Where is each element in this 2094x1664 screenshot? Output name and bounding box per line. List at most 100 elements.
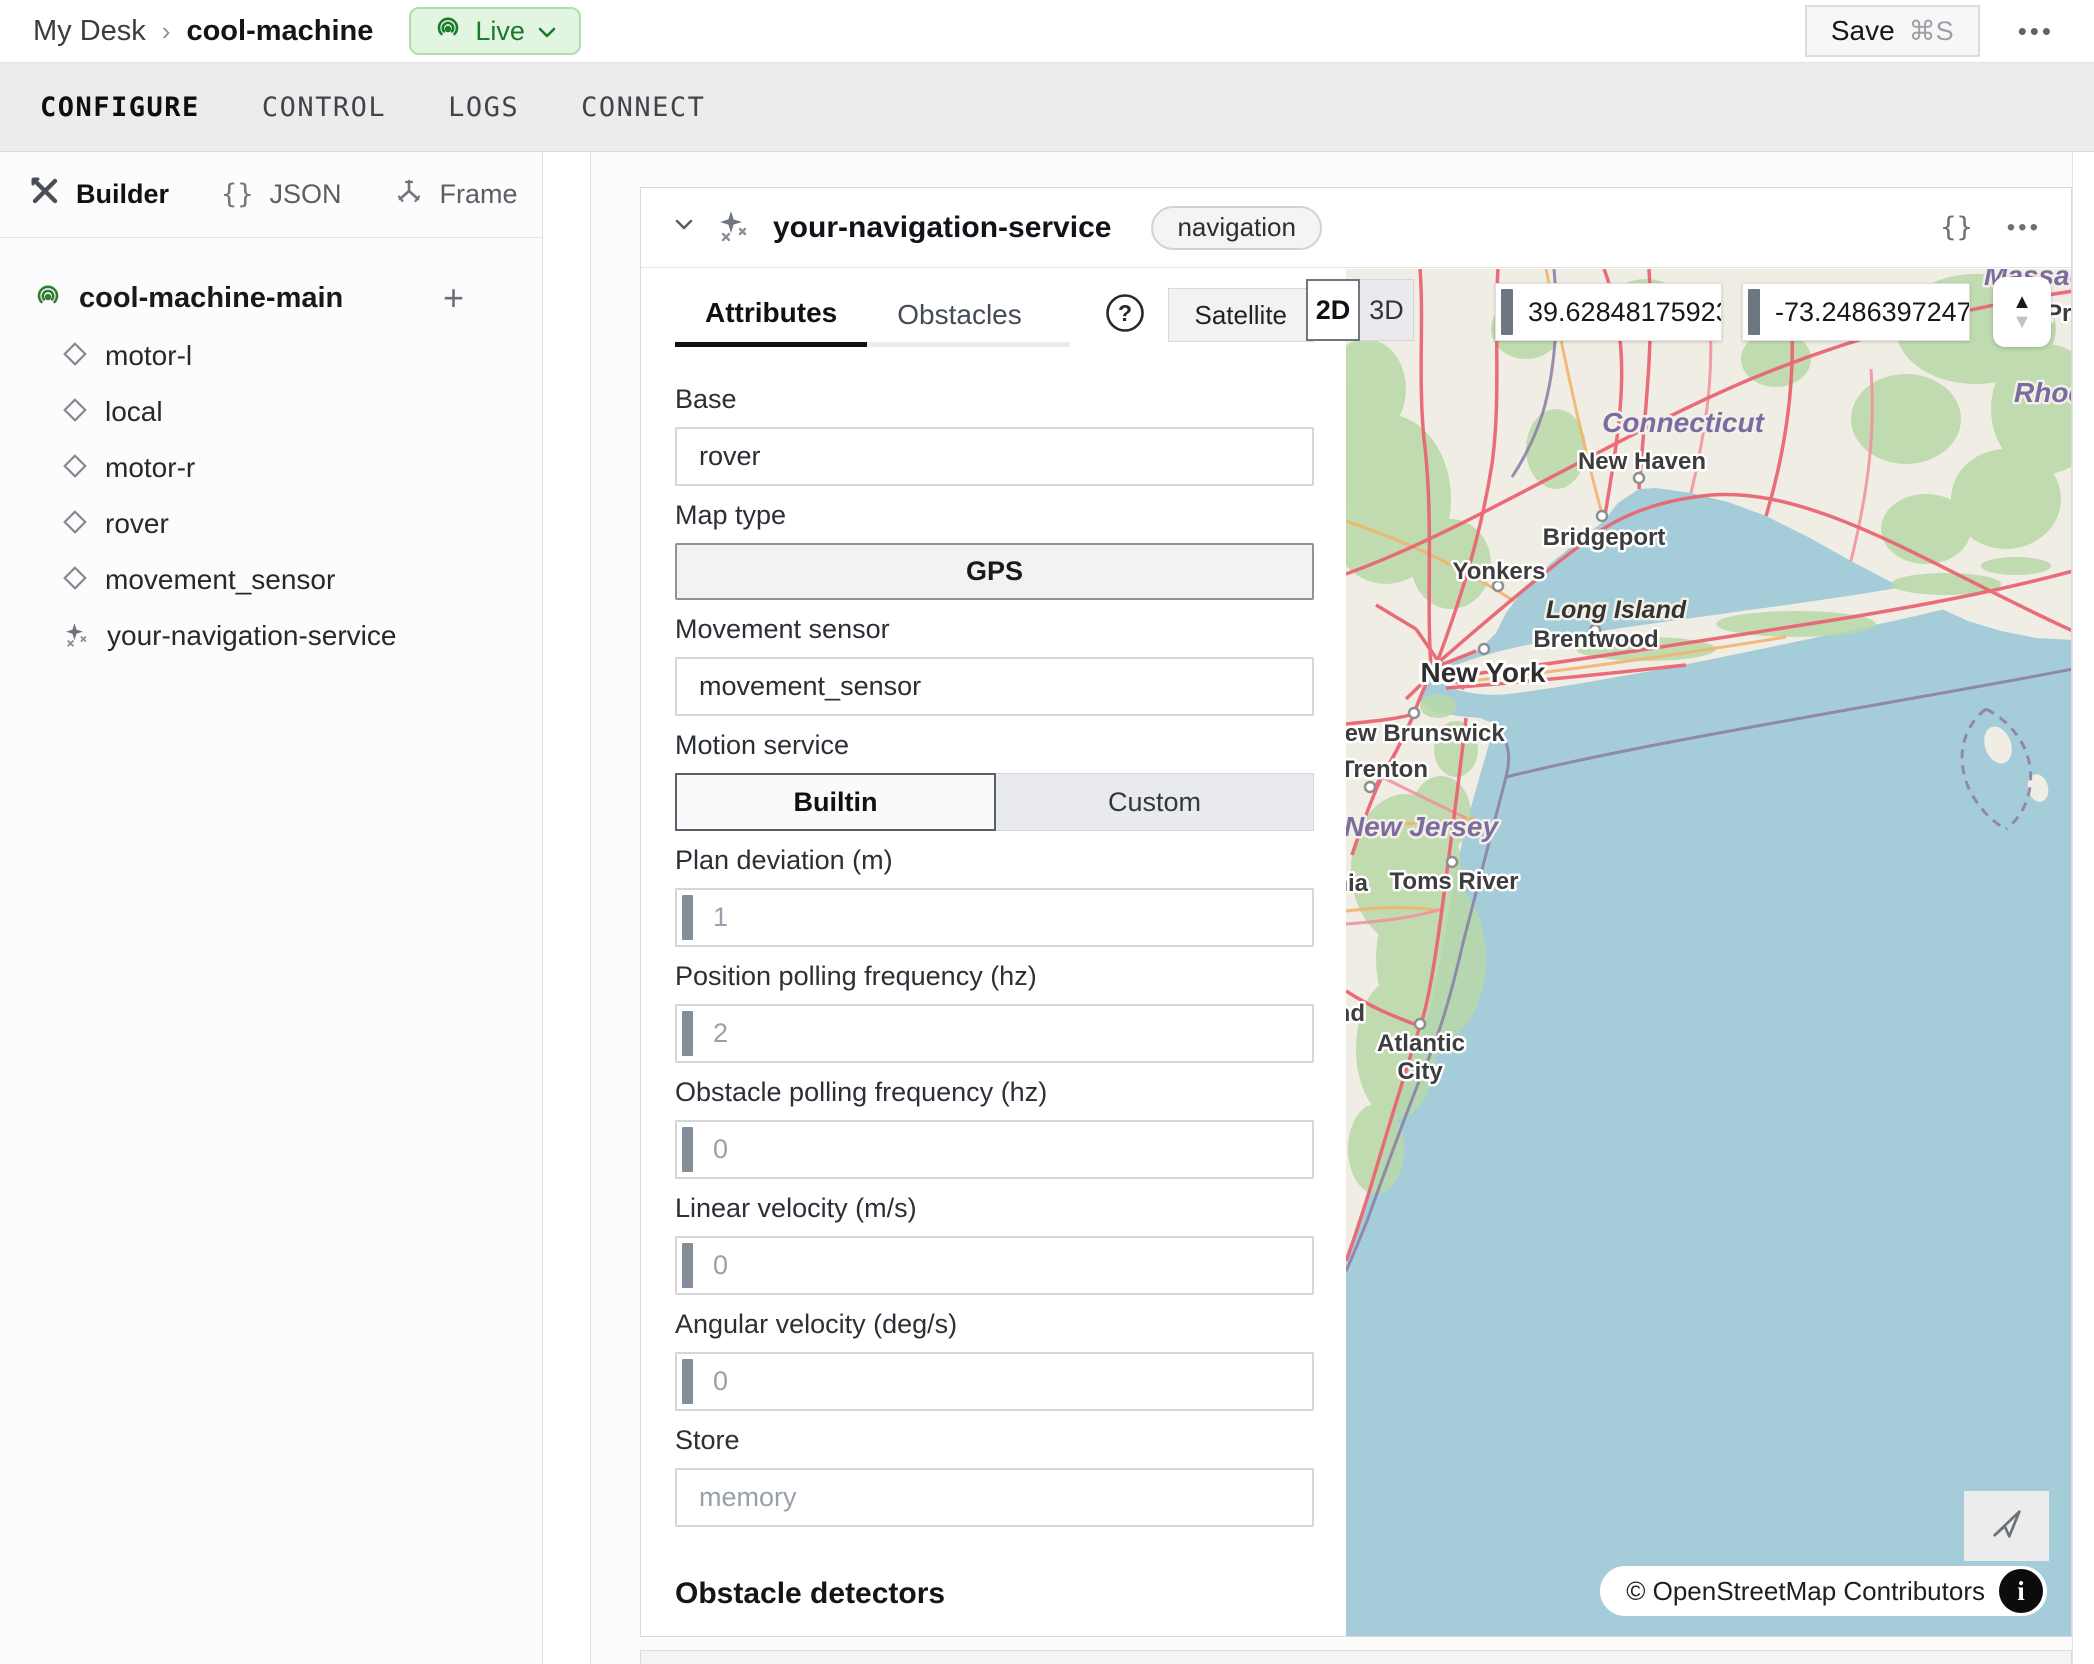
view-tab-builder[interactable]: Builder bbox=[30, 176, 169, 213]
navigation-map[interactable]: MassachusettsProvidenceRhode IslandConne… bbox=[1346, 269, 2071, 1636]
tree-item-label: your-navigation-service bbox=[107, 620, 396, 652]
map-label: New Jersey bbox=[1346, 811, 1499, 842]
tree-root-machine[interactable]: cool-machine-main + bbox=[33, 268, 512, 328]
dimension-toggle: 2D3D bbox=[1306, 279, 1414, 341]
field-label: Store bbox=[675, 1424, 1314, 1456]
view-tab-label: Builder bbox=[76, 179, 169, 210]
tab-obstacles[interactable]: Obstacles bbox=[867, 283, 1052, 347]
longitude-input[interactable]: -73.2486397247 bbox=[1742, 283, 1970, 341]
save-shortcut: ⌘S bbox=[1909, 16, 1954, 47]
zoom-spinner[interactable]: ▲ ▼ bbox=[1993, 277, 2051, 347]
map-city-dot bbox=[1409, 708, 1419, 718]
sidebar-item-rover[interactable]: rover bbox=[33, 496, 512, 552]
drag-handle[interactable] bbox=[682, 1011, 693, 1056]
map-type-button[interactable]: GPS bbox=[675, 543, 1314, 600]
save-button[interactable]: Save ⌘S bbox=[1805, 5, 1980, 57]
angular-velocity-deg-s--input[interactable]: 0 bbox=[675, 1352, 1314, 1411]
config-sidebar: Builder {}JSON Frame cool-machine-main + m… bbox=[0, 152, 543, 1664]
main-nav-tabbar: CONFIGURE CONTROL LOGS CONNECT bbox=[0, 62, 2094, 152]
header-more-icon[interactable]: ••• bbox=[2018, 16, 2054, 47]
input-value: 2 bbox=[713, 1018, 728, 1049]
obstacle-polling-frequency-hz--input[interactable]: 0 bbox=[675, 1120, 1314, 1179]
map-view-2d-button[interactable]: 2D bbox=[1306, 279, 1360, 341]
latitude-input[interactable]: 39.62848175923 bbox=[1495, 283, 1722, 341]
breadcrumb-current: cool-machine bbox=[186, 15, 373, 48]
drag-handle[interactable] bbox=[682, 1127, 693, 1172]
nav-tab-configure[interactable]: CONFIGURE bbox=[40, 92, 200, 123]
field-obstacle-polling-frequency-hz-: Obstacle polling frequency (hz)0 bbox=[675, 1076, 1314, 1179]
sidebar-item-motor-r[interactable]: motor-r bbox=[33, 440, 512, 496]
broadcast-icon bbox=[33, 281, 63, 316]
drag-handle[interactable] bbox=[682, 1359, 693, 1404]
locate-button[interactable] bbox=[1964, 1491, 2049, 1561]
spinner-down-icon[interactable]: ▼ bbox=[2012, 312, 2032, 332]
segment-option-custom[interactable]: Custom bbox=[996, 773, 1314, 831]
map-city-dot bbox=[1447, 857, 1457, 867]
field-label: Base bbox=[675, 383, 1314, 415]
field-label: Map type bbox=[675, 499, 1314, 531]
field-label: Motion service bbox=[675, 729, 1314, 761]
sidebar-item-movement_sensor[interactable]: movement_sensor bbox=[33, 552, 512, 608]
drag-handle[interactable] bbox=[1501, 289, 1513, 335]
navigation-service-icon bbox=[715, 207, 751, 248]
position-polling-frequency-hz--input[interactable]: 2 bbox=[675, 1004, 1314, 1063]
help-icon[interactable]: ? bbox=[1104, 292, 1146, 339]
card-more-icon[interactable]: ••• bbox=[2007, 214, 2041, 242]
input-placeholder: memory bbox=[699, 1482, 797, 1513]
map-label: Brentwood bbox=[1533, 626, 1658, 653]
attribution-text[interactable]: © OpenStreetMap Contributors bbox=[1626, 1576, 1985, 1607]
tab-attributes[interactable]: Attributes bbox=[675, 283, 867, 347]
component-diamond-icon bbox=[62, 341, 88, 372]
drag-handle[interactable] bbox=[682, 895, 693, 940]
live-label: Live bbox=[475, 16, 525, 47]
frame-icon bbox=[394, 176, 424, 213]
scrollbar-gutter[interactable] bbox=[2072, 152, 2094, 1664]
collapse-chevron-icon[interactable] bbox=[671, 215, 697, 240]
live-status-dropdown[interactable]: Live bbox=[409, 7, 581, 55]
map-view-3d-button[interactable]: 3D bbox=[1360, 279, 1414, 341]
sidebar-item-motor-l[interactable]: motor-l bbox=[33, 328, 512, 384]
card-header: your-navigation-service navigation {} ••… bbox=[641, 188, 2071, 268]
map-label: New York bbox=[1420, 657, 1545, 688]
store-input[interactable]: memory bbox=[675, 1468, 1314, 1527]
breadcrumb-separator: › bbox=[162, 16, 171, 47]
add-component-button[interactable]: + bbox=[443, 277, 464, 319]
view-tab-label: Frame bbox=[440, 179, 518, 210]
input-value: movement_sensor bbox=[699, 671, 921, 702]
map-label: Yonkers bbox=[1453, 558, 1546, 585]
json-braces-icon[interactable]: {} bbox=[1940, 212, 1973, 243]
machine-tree: cool-machine-main + motor-l localmotor-rr… bbox=[0, 238, 542, 664]
tree-item-label: motor-l bbox=[105, 340, 192, 372]
map-label: Vineland bbox=[1346, 1000, 1365, 1027]
drag-handle[interactable] bbox=[682, 1243, 693, 1288]
field-position-polling-frequency-hz-: Position polling frequency (hz)2 bbox=[675, 960, 1314, 1063]
longitude-value: -73.2486397247 bbox=[1775, 297, 1970, 328]
movement-sensor-input[interactable]: movement_sensor bbox=[675, 657, 1314, 716]
view-tab-json[interactable]: {}JSON bbox=[221, 179, 342, 210]
view-tab-frame[interactable]: Frame bbox=[394, 176, 518, 213]
nav-tab-control[interactable]: CONTROL bbox=[262, 92, 386, 123]
segment-option-builtin[interactable]: Builtin bbox=[675, 773, 996, 831]
nav-tab-logs[interactable]: LOGS bbox=[448, 92, 519, 123]
svg-text:?: ? bbox=[1117, 300, 1131, 326]
sidebar-item-your-navigation-service[interactable]: your-navigation-service bbox=[33, 608, 512, 664]
save-label: Save bbox=[1831, 15, 1895, 47]
sidebar-resizer[interactable] bbox=[543, 152, 591, 1664]
drag-handle[interactable] bbox=[1748, 289, 1760, 335]
info-icon[interactable]: i bbox=[1999, 1569, 2043, 1613]
linear-velocity-m-s--input[interactable]: 0 bbox=[675, 1236, 1314, 1295]
sidebar-item-local[interactable]: local bbox=[33, 384, 512, 440]
spinner-up-icon[interactable]: ▲ bbox=[2012, 292, 2032, 312]
map-city-dot bbox=[1479, 644, 1489, 654]
breadcrumb-parent[interactable]: My Desk bbox=[33, 15, 146, 48]
field-label: Angular velocity (deg/s) bbox=[675, 1308, 1314, 1340]
map-city-dot bbox=[1365, 782, 1375, 792]
base-input[interactable]: rover bbox=[675, 427, 1314, 486]
nav-tab-connect[interactable]: CONNECT bbox=[581, 92, 705, 123]
latitude-value: 39.62848175923 bbox=[1528, 297, 1722, 328]
field-linear-velocity-m-s-: Linear velocity (m/s)0 bbox=[675, 1192, 1314, 1295]
tree-item-label: movement_sensor bbox=[105, 564, 335, 596]
satellite-toggle-button[interactable]: Satellite bbox=[1168, 288, 1315, 342]
plan-deviation-m--input[interactable]: 1 bbox=[675, 888, 1314, 947]
send-arrow-icon bbox=[1989, 1506, 2025, 1547]
